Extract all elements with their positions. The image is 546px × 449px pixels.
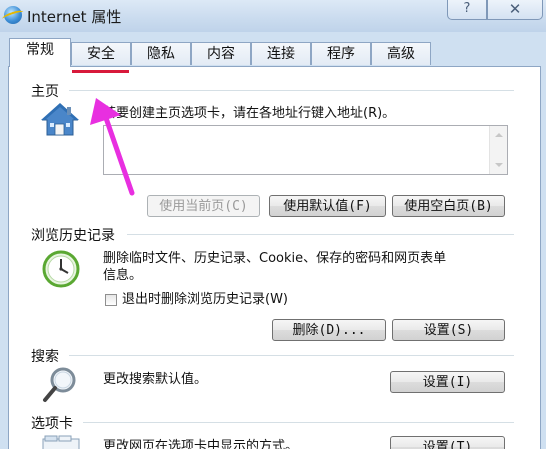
tab-programs[interactable]: 程序 xyxy=(311,42,371,65)
title-bar: Internet 属性 ? ✕ xyxy=(0,0,546,32)
magnifier-icon xyxy=(43,367,76,402)
homepage-section-title: 主页 xyxy=(31,81,59,101)
scroll-up-arrow-icon[interactable] xyxy=(495,133,503,137)
homepage-description: 若要创建主页选项卡，请在各地址行键入地址(R)。 xyxy=(103,106,396,121)
search-settings-button[interactable]: 设置(I) xyxy=(390,371,505,393)
close-button[interactable]: ✕ xyxy=(487,0,543,20)
security-tab-highlight-underline xyxy=(72,70,129,73)
tab-general[interactable]: 常规 xyxy=(9,38,71,67)
tabs-description: 更改网页在选项卡中显示的方式。 xyxy=(103,439,299,449)
delete-on-exit-checkbox[interactable] xyxy=(105,294,117,306)
tab-security[interactable]: 安全 xyxy=(71,42,131,65)
history-divider xyxy=(127,234,514,235)
tabs-icon xyxy=(42,435,80,449)
general-tab-panel: 主页 若要创建主页选项卡，请在各地址行键入地址(R)。 使用当前页(C) 使用默… xyxy=(8,66,541,449)
tab-advanced[interactable]: 高级 xyxy=(371,42,431,65)
delete-history-button[interactable]: 删除(D)... xyxy=(272,319,386,341)
tab-strip: 常规 安全 隐私 内容 连接 程序 高级 xyxy=(0,32,546,67)
window-title: Internet 属性 xyxy=(27,8,122,26)
scroll-down-arrow-icon[interactable] xyxy=(495,163,503,167)
tabs-settings-button[interactable]: 设置(T) xyxy=(390,436,505,449)
tab-content[interactable]: 内容 xyxy=(191,42,251,65)
delete-on-exit-label[interactable]: 退出时删除浏览历史记录(W) xyxy=(122,291,288,308)
search-description: 更改搜索默认值。 xyxy=(103,372,208,387)
tab-privacy[interactable]: 隐私 xyxy=(131,42,191,65)
house-icon xyxy=(41,103,79,136)
use-default-button[interactable]: 使用默认值(F) xyxy=(269,195,386,217)
tabs-section-title: 选项卡 xyxy=(31,413,73,433)
history-description-line2: 信息。 xyxy=(103,268,143,283)
ie-globe-icon xyxy=(4,6,22,24)
history-settings-button[interactable]: 设置(S) xyxy=(392,319,505,341)
search-divider xyxy=(69,355,514,356)
help-button[interactable]: ? xyxy=(447,0,487,20)
history-description-line1: 删除临时文件、历史记录、Cookie、保存的密码和网页表单 xyxy=(103,251,447,266)
tab-connections[interactable]: 连接 xyxy=(251,42,311,65)
textarea-scrollbar[interactable] xyxy=(489,126,507,174)
clock-icon xyxy=(42,250,80,288)
homepage-address-textarea[interactable] xyxy=(103,125,508,175)
history-section-title: 浏览历史记录 xyxy=(31,225,115,245)
use-blank-button[interactable]: 使用空白页(B) xyxy=(392,195,505,217)
internet-properties-window: Internet 属性 ? ✕ 常规 安全 隐私 内容 连接 程序 高级 主页 … xyxy=(0,0,546,449)
homepage-divider xyxy=(69,90,514,91)
use-current-button[interactable]: 使用当前页(C) xyxy=(147,195,260,217)
search-section-title: 搜索 xyxy=(31,346,59,366)
tabs-divider xyxy=(83,422,514,423)
